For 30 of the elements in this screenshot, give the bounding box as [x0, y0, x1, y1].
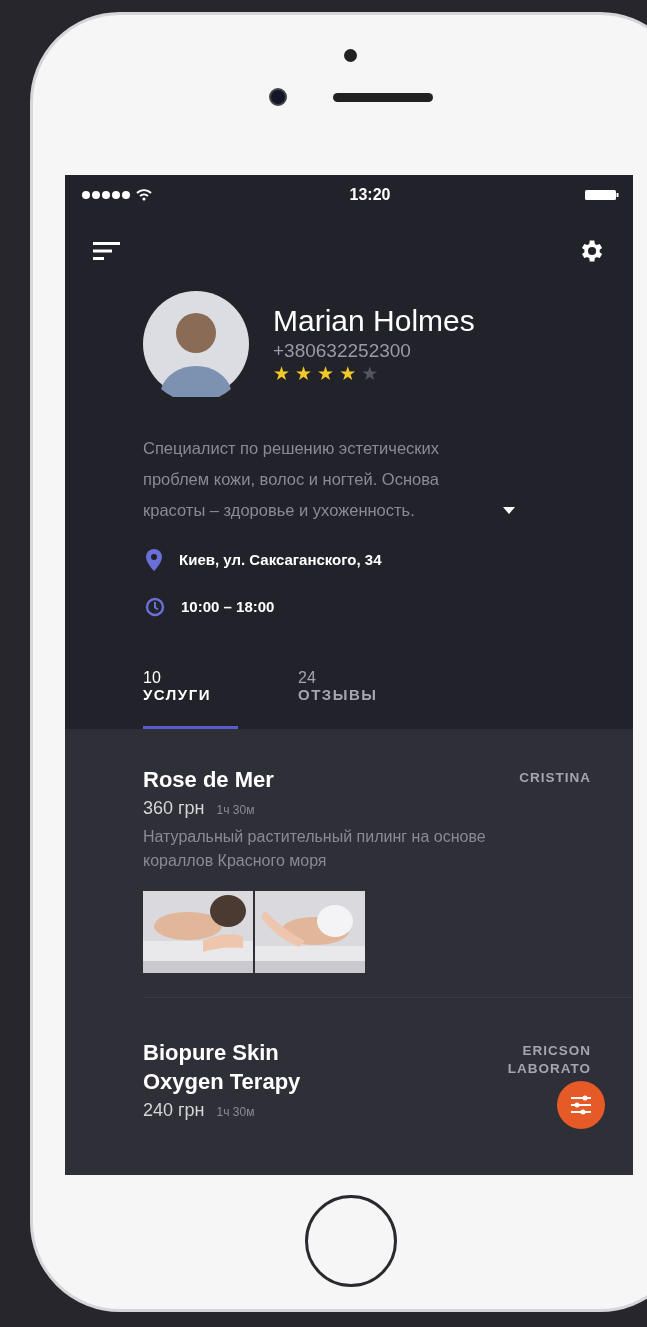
- tab[interactable]: 24 ОТЗЫВЫ: [298, 670, 393, 729]
- sliders-icon: [570, 1095, 592, 1115]
- menu-button[interactable]: [93, 241, 121, 261]
- menu-icon: [93, 241, 121, 261]
- service-title: Biopure Skin Oxygen Terapy: [143, 1039, 302, 1096]
- profile-name: Marian Holmes: [273, 304, 475, 338]
- service-author: CRISTINA: [519, 769, 591, 787]
- service-duration: 1ч 30м: [216, 803, 255, 817]
- expand-button[interactable]: [503, 507, 515, 514]
- service-price: 240 грн: [143, 1100, 205, 1121]
- location-pin-icon: [145, 548, 163, 571]
- address-text: Киев, ул. Саксаганского, 34: [179, 551, 382, 568]
- service-price: 360 грн: [143, 798, 205, 819]
- tab[interactable]: 10 УСЛУГИ: [143, 670, 238, 729]
- home-button[interactable]: [304, 1195, 397, 1287]
- service-description: Натуральный растительный пилинг на основе кораллов Красного моря: [143, 827, 487, 871]
- rating-stars: ★ ★ ★ ★ ★: [273, 362, 380, 384]
- filter-button[interactable]: [557, 1081, 605, 1129]
- profile-description: Специалист по решению эстетических проблем кожи, волос и ногтей. Основа красоты – здоровье и ухоженность.: [143, 438, 440, 521]
- service-duration: 1ч 30м: [216, 1105, 255, 1119]
- sensor-dot: [344, 49, 357, 62]
- status-time: 13:20: [349, 186, 391, 204]
- service-author: ERICSON LABORATO: [506, 1042, 591, 1078]
- battery-icon: [585, 189, 619, 201]
- camera-lens: [268, 88, 287, 106]
- caret-icon: [503, 507, 515, 514]
- profile-phone: +380632252300: [273, 340, 412, 362]
- hours-text: 10:00 – 18:00: [181, 598, 275, 615]
- clock-icon: [145, 596, 165, 617]
- service-title: Rose de Mer: [143, 766, 274, 794]
